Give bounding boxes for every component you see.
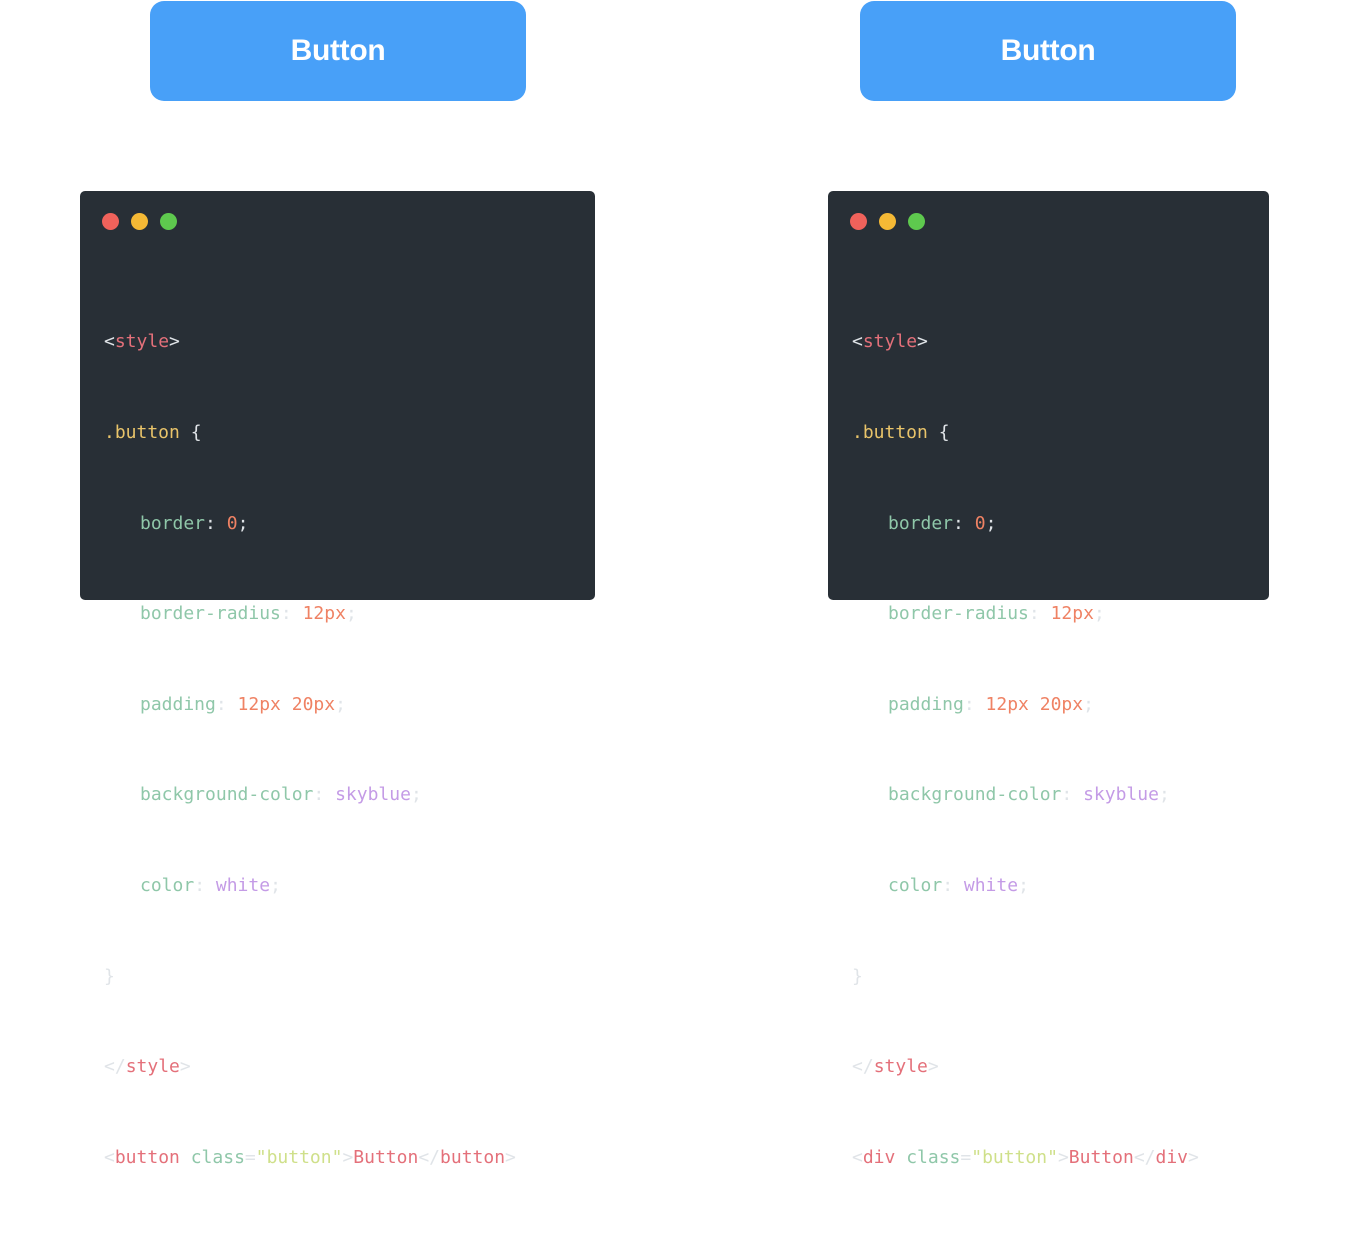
close-dot-icon [102, 213, 119, 230]
code-line: .button { [104, 422, 202, 443]
code-line: background-color: skyblue; [888, 784, 1170, 806]
code-line: <style> [104, 331, 180, 353]
code-line: border-radius: 12px; [888, 603, 1105, 625]
code-line: padding: 12px 20px; [888, 693, 1094, 715]
maximize-dot-icon [160, 213, 177, 230]
button-demo-left[interactable]: Button [150, 1, 526, 101]
button-demo-right[interactable]: Button [860, 1, 1236, 101]
minimize-dot-icon [131, 213, 148, 230]
code-line: background-color: skyblue; [140, 784, 422, 806]
code-line: border: 0; [888, 512, 997, 534]
code-line: <button class="button">Button</button> [104, 1146, 516, 1168]
code-line: color: white; [140, 874, 281, 896]
code-line: <div class="button">Button</div> [852, 1146, 1199, 1168]
code-line: border-radius: 12px; [140, 603, 357, 625]
code-block-left: <style> .button { border: 0; border-radi… [104, 267, 516, 1233]
code-line: </style> [852, 1056, 939, 1078]
button-demo-right-label: Button [1000, 34, 1096, 67]
code-line: color: white; [888, 874, 1029, 896]
code-line: </style> [104, 1056, 191, 1078]
close-dot-icon [850, 213, 867, 230]
code-line: } [852, 965, 863, 987]
code-line: border: 0; [140, 512, 249, 534]
code-block-right: <style> .button { border: 0; border-radi… [852, 267, 1199, 1233]
button-demo-left-label: Button [290, 34, 386, 67]
code-line: padding: 12px 20px; [140, 693, 346, 715]
code-line: } [104, 965, 115, 987]
maximize-dot-icon [908, 213, 925, 230]
code-line: <style> [852, 331, 928, 353]
code-line: .button { [852, 422, 950, 443]
minimize-dot-icon [879, 213, 896, 230]
code-window-left: <style> .button { border: 0; border-radi… [80, 191, 595, 1168]
code-window-right: <style> .button { border: 0; border-radi… [828, 191, 1269, 1168]
